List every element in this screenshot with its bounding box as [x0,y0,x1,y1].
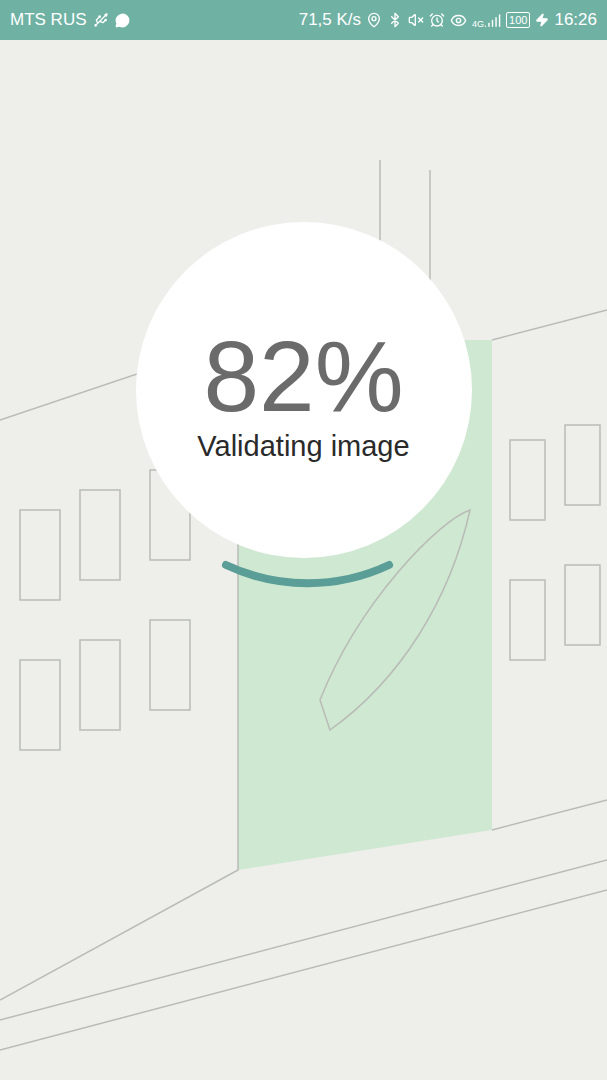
progress-label: Validating image [197,428,409,464]
message-icon [115,13,130,28]
bluetooth-icon [387,12,403,28]
mute-icon [408,12,424,28]
progress-circle: 82%Validating image [136,222,472,558]
network-speed: 71,5 K/s [299,7,361,33]
clock: 16:26 [554,7,597,33]
progress-percent: 82% [203,324,403,428]
usb-icon [93,12,109,28]
carrier: MTS RUS [10,7,87,33]
status-bar: MTS RUS 71,5 K/s 4G 100 16:26 [0,0,607,40]
charging-icon [535,13,549,27]
street-illustration [0,40,607,1080]
battery-icon: 100 [506,12,530,28]
alarm-icon [429,12,445,28]
content: 82%Validating image [0,40,607,1080]
eye-icon [450,12,467,29]
location-icon [366,12,382,28]
app-screen: MTS RUS 71,5 K/s 4G 100 16:26 82%Validating i… [0,0,607,1080]
network-type: 4G [472,20,484,29]
signal-icon [484,12,501,29]
